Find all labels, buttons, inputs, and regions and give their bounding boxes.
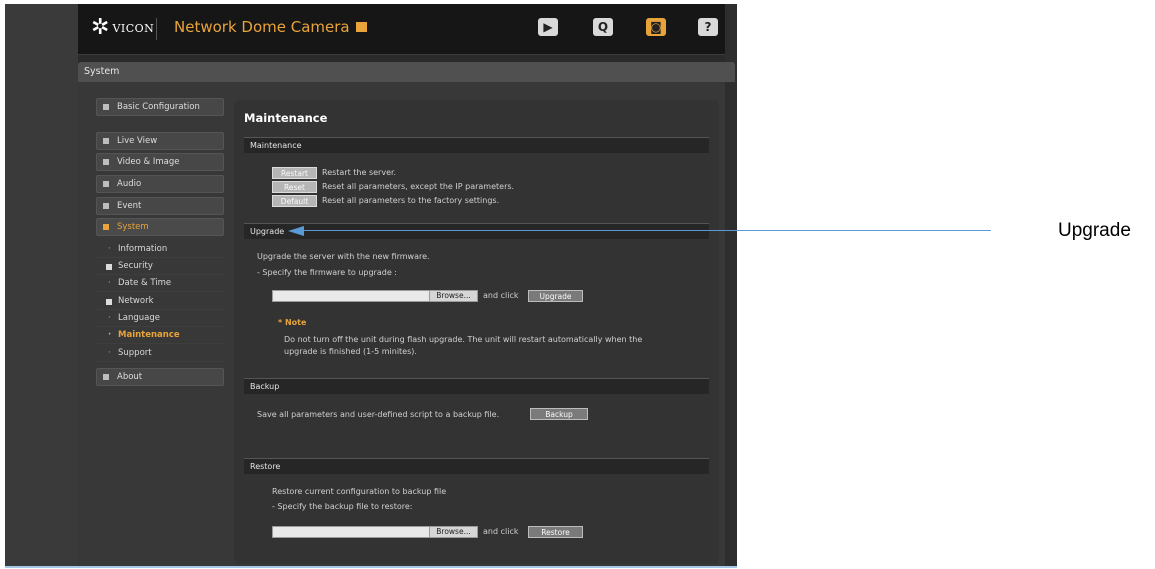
annotation-arrow-line	[303, 230, 991, 231]
header-divider	[156, 18, 157, 40]
upgrade-info-line-2: - Specify the firmware to upgrade :	[257, 268, 397, 277]
bullet-icon: ·	[108, 244, 111, 254]
restore-browse-button[interactable]: Browse...	[429, 526, 478, 538]
nav-label: Basic Configuration	[117, 102, 200, 112]
vicon-logo: ✲ VICON	[91, 16, 154, 40]
camera-web-ui-screenshot: ✲ VICON Network Dome Camera ▶ Q ◙ ? Syst…	[5, 4, 737, 566]
nav-label: System	[117, 222, 149, 232]
restore-button[interactable]: Restore	[528, 526, 583, 538]
backup-button[interactable]: Backup	[530, 408, 588, 420]
nav-square-icon	[103, 224, 109, 230]
bullet-icon: ·	[108, 313, 111, 323]
restore-section-header: Restore	[244, 458, 709, 474]
restart-description: Restart the server.	[322, 168, 397, 177]
default-description: Reset all parameters to the factory sett…	[322, 196, 500, 205]
nav-system[interactable]: System	[96, 218, 224, 236]
nav-video-image[interactable]: Video & Image	[96, 153, 224, 171]
nav-square-icon	[103, 159, 109, 165]
maintenance-panel: Maintenance Maintenance Restart Restart …	[234, 100, 719, 564]
upgrade-section-header: Upgrade	[244, 223, 709, 239]
upgrade-button[interactable]: Upgrade	[528, 290, 583, 302]
maintenance-section-header: Maintenance	[244, 137, 709, 153]
vicon-star-icon: ✲	[91, 15, 110, 40]
nav-sub-security[interactable]: Security	[96, 258, 224, 275]
restore-info-line-2: - Specify the backup file to restore:	[272, 502, 413, 511]
firmware-file-input[interactable]	[272, 290, 430, 302]
backup-section-header: Backup	[244, 378, 709, 394]
reset-button[interactable]: Reset	[272, 181, 317, 193]
live-view-icon[interactable]: ▶	[538, 18, 558, 36]
annotation-arrowhead-icon	[288, 226, 304, 236]
restart-button[interactable]: Restart	[272, 167, 317, 179]
nav-label: Video & Image	[117, 157, 180, 167]
restore-info-line-1: Restore current configuration to backup …	[272, 487, 447, 496]
section-titlebar: System	[78, 62, 735, 82]
nav-basic-configuration[interactable]: Basic Configuration	[96, 98, 224, 116]
bullet-icon: ·	[108, 278, 111, 288]
nav-sub-information[interactable]: · Information	[96, 241, 224, 258]
nav-sub-support[interactable]: · Support	[96, 345, 224, 362]
search-icon[interactable]: Q	[593, 18, 613, 36]
expand-square-icon	[106, 264, 112, 270]
right-margin	[725, 4, 737, 566]
firmware-browse-button[interactable]: Browse...	[429, 290, 478, 302]
product-title-text: Network Dome Camera	[174, 18, 350, 36]
product-title: Network Dome Camera	[174, 18, 367, 36]
backup-file-input[interactable]	[272, 526, 430, 538]
product-badge-icon	[355, 21, 367, 32]
nav-audio[interactable]: Audio	[96, 175, 224, 193]
nav-sub-label: Maintenance	[118, 330, 180, 340]
nav-sub-date-time[interactable]: · Date & Time	[96, 275, 224, 292]
backup-description: Save all parameters and user-defined scr…	[257, 410, 500, 419]
note-text-line-1: Do not turn off the unit during flash up…	[284, 335, 643, 344]
upgrade-and-click-text: and click	[483, 291, 519, 300]
default-button[interactable]: Default	[272, 195, 317, 207]
nav-square-icon	[103, 138, 109, 144]
left-margin	[5, 4, 78, 566]
nav-sub-maintenance[interactable]: · Maintenance	[96, 327, 224, 344]
bullet-icon: ·	[108, 330, 112, 340]
nav-sub-label: Support	[118, 348, 152, 358]
nav-live-view[interactable]: Live View	[96, 132, 224, 150]
reset-description: Reset all parameters, except the IP para…	[322, 182, 515, 191]
nav-label: About	[117, 372, 143, 382]
page-title: Maintenance	[244, 111, 328, 125]
help-icon[interactable]: ?	[698, 18, 718, 36]
expand-square-icon	[106, 299, 112, 305]
content-area: Basic Configuration Live View Video & Im…	[78, 82, 725, 566]
nav-square-icon	[103, 181, 109, 187]
note-text-line-2: upgrade is finished (1-5 minites).	[284, 347, 417, 356]
upgrade-info-line-1: Upgrade the server with the new firmware…	[257, 252, 430, 261]
nav-sub-label: Security	[118, 261, 153, 271]
bullet-icon: ·	[108, 348, 111, 358]
nav-sub-label: Information	[118, 244, 168, 254]
note-title: * Note	[278, 318, 307, 327]
nav-square-icon	[103, 374, 109, 380]
nav-sub-network[interactable]: Network	[96, 293, 224, 310]
nav-sub-label: Language	[118, 313, 160, 323]
nav-square-icon	[103, 104, 109, 110]
app-header: ✲ VICON Network Dome Camera ▶ Q ◙ ?	[78, 4, 725, 55]
nav-event[interactable]: Event	[96, 197, 224, 215]
annotation-label: Upgrade	[1058, 220, 1131, 241]
bottom-edge-line	[5, 566, 737, 568]
nav-about[interactable]: About	[96, 368, 224, 386]
nav-square-icon	[103, 203, 109, 209]
logo-text: VICON	[112, 21, 155, 35]
nav-sub-language[interactable]: · Language	[96, 310, 224, 327]
restore-and-click-text: and click	[483, 527, 519, 536]
nav-sub-label: Date & Time	[118, 278, 172, 288]
nav-label: Live View	[117, 136, 158, 146]
setup-icon[interactable]: ◙	[646, 18, 666, 36]
nav-label: Audio	[117, 179, 142, 189]
nav-sub-label: Network	[118, 296, 154, 306]
nav-label: Event	[117, 201, 142, 211]
